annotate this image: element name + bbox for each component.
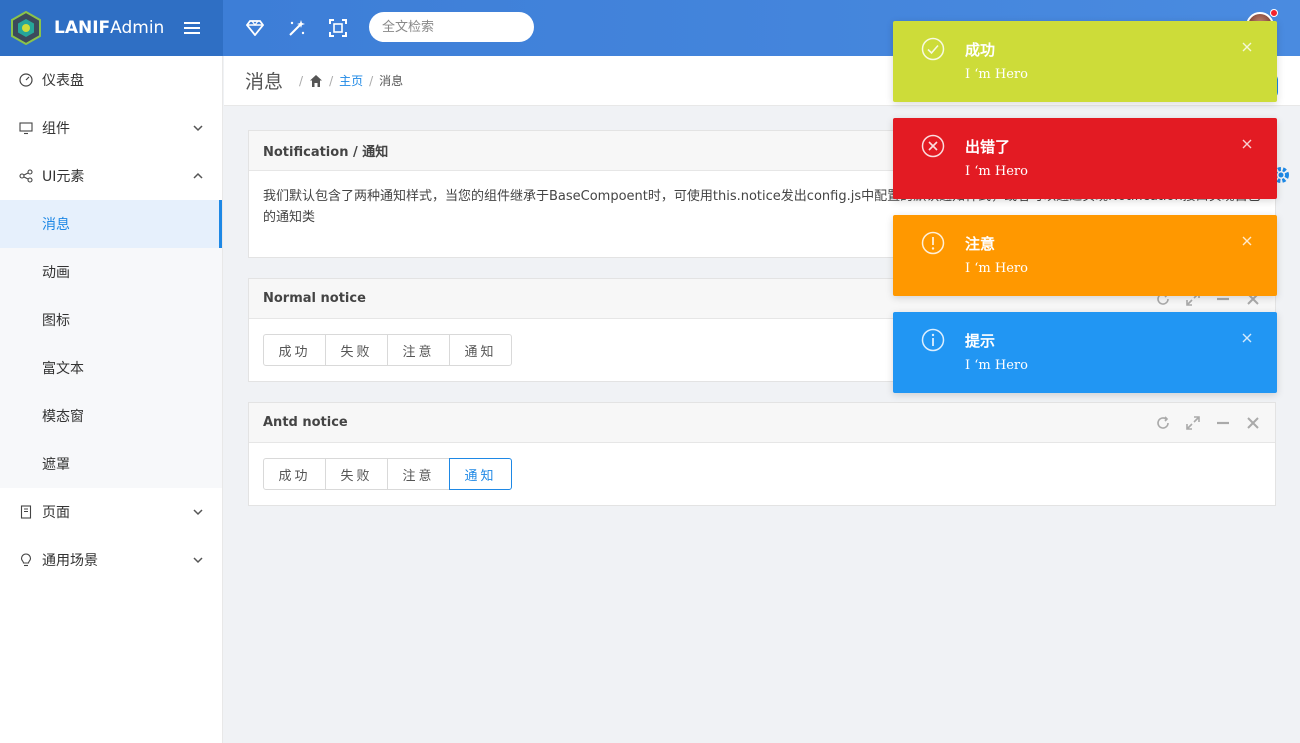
toast-message: I ‘m Hero [965, 164, 1028, 179]
close-icon[interactable] [1245, 415, 1261, 431]
breadcrumb-separator: / [299, 73, 304, 88]
fail-button[interactable]: 失败 [325, 458, 388, 490]
breadcrumb-current: 消息 [379, 74, 404, 88]
close-icon[interactable] [1241, 41, 1253, 53]
brand-name: LANIFAdmin [54, 18, 165, 38]
magic-wand-icon[interactable] [285, 16, 309, 40]
toast-title: 出错了 [965, 138, 1011, 156]
share-icon [18, 168, 34, 184]
sidebar-item-components[interactable]: 组件 [0, 104, 222, 152]
toast-message: I ‘m Hero [965, 358, 1028, 373]
warning-button[interactable]: 注意 [387, 458, 450, 490]
sidebar-subitem-icons[interactable]: 图标 [0, 296, 222, 344]
info-button[interactable]: 通知 [449, 334, 512, 366]
sidebar-subitem-rich-text[interactable]: 富文本 [0, 344, 222, 392]
success-button[interactable]: 成功 [263, 458, 326, 490]
toast-success: 成功 I ‘m Hero [893, 21, 1277, 102]
success-button[interactable]: 成功 [263, 334, 326, 366]
antd-notice-panel: Antd notice 成功 失败 注意 通知 [248, 402, 1276, 506]
sidebar-subitem-modal[interactable]: 模态窗 [0, 392, 222, 440]
notification-badge [1270, 9, 1278, 17]
fullscreen-icon[interactable] [326, 16, 350, 40]
close-icon[interactable] [1241, 138, 1253, 150]
logo-icon [9, 11, 43, 45]
panel-body: 成功 失败 注意 通知 [249, 443, 1275, 505]
antd-button-group: 成功 失败 注意 通知 [263, 458, 1261, 490]
toast-message: I ‘m Hero [965, 261, 1028, 276]
toast-info: 提示 I ‘m Hero [893, 312, 1277, 393]
toast-title: 注意 [965, 235, 996, 253]
sidebar-item-pages[interactable]: 页面 [0, 488, 222, 536]
sidebar-item-label: 消息 [42, 217, 70, 233]
chevron-down-icon [192, 122, 204, 134]
panel-header: Antd notice [249, 403, 1275, 443]
sidebar-item-label: 仪表盘 [42, 73, 84, 89]
ui-elements-submenu: 消息 动画 图标 富文本 模态窗 遮罩 [0, 200, 222, 488]
refresh-icon[interactable] [1155, 415, 1171, 431]
info-button[interactable]: 通知 [449, 458, 512, 490]
sidebar-item-label: 图标 [42, 313, 70, 329]
sidebar-item-dashboard[interactable]: 仪表盘 [0, 56, 222, 104]
sidebar-item-ui-elements[interactable]: UI元素 [0, 152, 222, 200]
sidebar-item-label: UI元素 [42, 169, 85, 185]
toast-message: I ‘m Hero [965, 67, 1028, 82]
sidebar-item-label: 组件 [42, 121, 70, 137]
panel-title: Antd notice [263, 415, 348, 430]
sidebar-subitem-animation[interactable]: 动画 [0, 248, 222, 296]
breadcrumb-home-link[interactable]: 主页 [339, 72, 363, 89]
breadcrumb-separator: / [369, 73, 374, 88]
sidebar-subitem-messages[interactable]: 消息 [0, 200, 222, 248]
toast-title: 成功 [965, 41, 996, 59]
toast-title: 提示 [965, 332, 996, 350]
diamond-icon[interactable] [243, 16, 267, 40]
search-input[interactable] [369, 12, 534, 42]
panel-title: Notification / 通知 [263, 145, 389, 160]
warning-button[interactable]: 注意 [387, 334, 450, 366]
sidebar-item-label: 通用场景 [42, 553, 98, 569]
chevron-down-icon [192, 554, 204, 566]
toast-warning: 注意 I ‘m Hero [893, 215, 1277, 296]
check-circle-icon [921, 37, 945, 61]
home-icon[interactable] [309, 74, 323, 88]
toast-error: 出错了 I ‘m Hero [893, 118, 1277, 199]
fail-button[interactable]: 失败 [325, 334, 388, 366]
chevron-down-icon [192, 506, 204, 518]
desktop-icon [18, 120, 34, 136]
sidebar-item-scenarios[interactable]: 通用场景 [0, 536, 222, 584]
dashboard-icon [18, 72, 34, 88]
menu-toggle-icon[interactable] [184, 18, 204, 38]
expand-icon[interactable] [1185, 415, 1201, 431]
sidebar-item-label: 动画 [42, 265, 70, 281]
panel-title: Normal notice [263, 291, 366, 306]
minimize-icon[interactable] [1215, 415, 1231, 431]
page-title: 消息 [245, 71, 284, 93]
close-circle-icon [921, 134, 945, 158]
bulb-icon [18, 552, 34, 568]
close-icon[interactable] [1241, 235, 1253, 247]
info-circle-icon [921, 328, 945, 352]
panel-tools [1155, 415, 1261, 431]
sidebar-item-label: 富文本 [42, 361, 84, 377]
file-icon [18, 504, 34, 520]
close-icon[interactable] [1241, 332, 1253, 344]
chevron-up-icon [192, 170, 204, 182]
sidebar-item-label: 遮罩 [42, 457, 70, 473]
exclamation-circle-icon [921, 231, 945, 255]
sidebar: 仪表盘 组件 UI元素 消息 动画 图标 富文本 模态窗 遮罩 页面 通用场景 [0, 56, 223, 743]
breadcrumb-separator: / [329, 73, 334, 88]
sidebar-item-label: 页面 [42, 505, 70, 521]
sidebar-item-label: 模态窗 [42, 409, 84, 425]
sidebar-subitem-mask[interactable]: 遮罩 [0, 440, 222, 488]
